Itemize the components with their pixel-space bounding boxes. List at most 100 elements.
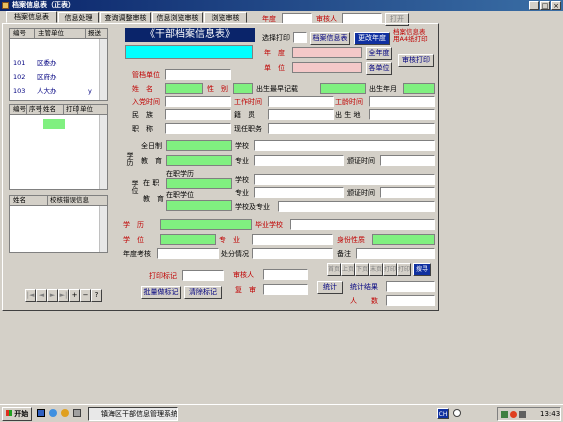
- seniority-input[interactable]: [369, 96, 435, 107]
- a4-print-note: 档案信息表 用A4纸打印: [393, 28, 428, 43]
- ie-icon[interactable]: [49, 409, 57, 417]
- onjob-edu-input[interactable]: [166, 178, 232, 189]
- selected-cell[interactable]: [43, 119, 65, 129]
- app-quick-icon[interactable]: [73, 409, 81, 417]
- ime-indicator[interactable]: CH: [437, 408, 449, 419]
- last-page-button[interactable]: 末页: [369, 263, 383, 276]
- col-code: 编号: [13, 105, 27, 114]
- media-icon[interactable]: [61, 409, 69, 417]
- close-button[interactable]: ×: [551, 1, 561, 10]
- nav-last-button[interactable]: ►|: [58, 289, 69, 302]
- name-input[interactable]: [165, 83, 203, 94]
- minimize-button[interactable]: _: [529, 1, 539, 10]
- volume-icon[interactable]: [519, 411, 526, 418]
- taskbar-app-button[interactable]: 镇海区干部信息管理系统: [88, 407, 178, 421]
- show-desktop-icon[interactable]: [37, 409, 45, 417]
- start-button[interactable]: 开始: [2, 407, 32, 421]
- clock[interactable]: 13:43: [540, 409, 560, 420]
- fulltime-edu-input[interactable]: [166, 140, 232, 151]
- unit-grid[interactable]: 编号 主管单位 报送 101 区委办 102 区府办 103 人大办 y: [9, 28, 108, 101]
- ethnicity-input[interactable]: [165, 109, 231, 120]
- archive-info-button[interactable]: 档案信息表: [310, 32, 350, 45]
- major-input[interactable]: [254, 155, 344, 166]
- xuewei-input[interactable]: [160, 234, 216, 245]
- nav-help-button[interactable]: ?: [91, 289, 102, 302]
- school-major-input[interactable]: [278, 201, 435, 212]
- onjob-degree-input[interactable]: [166, 200, 232, 211]
- annual-review-input[interactable]: [157, 248, 219, 259]
- nav-add-button[interactable]: +: [69, 289, 80, 302]
- vertical-scrollbar[interactable]: [99, 206, 107, 252]
- people-count-input[interactable]: [386, 295, 435, 306]
- earliest-birth-label: 出生最早记载: [256, 85, 298, 93]
- birthplace-input[interactable]: [369, 109, 435, 120]
- nav-first-button[interactable]: |◄: [25, 289, 36, 302]
- graduate-school-input[interactable]: [290, 219, 435, 230]
- punishment-input[interactable]: [252, 248, 333, 259]
- tab-info-browse[interactable]: 信息浏览审核: [152, 12, 203, 23]
- each-unit-button[interactable]: 各单位: [366, 62, 392, 75]
- tab-info-processing[interactable]: 信息处理: [58, 12, 99, 23]
- year-field[interactable]: [292, 47, 362, 58]
- school-input[interactable]: [254, 140, 435, 151]
- zhuanye-input[interactable]: [252, 234, 333, 245]
- stats-result-input[interactable]: [386, 281, 435, 292]
- audit-print-button[interactable]: 审核打印: [398, 54, 434, 67]
- onjob-school-input[interactable]: [254, 174, 435, 185]
- cert-time-input[interactable]: [380, 155, 435, 166]
- auditor-bottom-input[interactable]: [263, 269, 308, 280]
- clear-mark-button[interactable]: 清除标记: [184, 286, 222, 299]
- network-icon[interactable]: [501, 411, 508, 418]
- gender-input[interactable]: [233, 83, 253, 94]
- batch-mark-button[interactable]: 批量做标记: [141, 286, 181, 299]
- xueli-input[interactable]: [160, 219, 252, 230]
- recheck-input[interactable]: [263, 284, 308, 295]
- error-grid-header: 姓名 校核错误信息: [10, 196, 107, 206]
- work-time-input[interactable]: [268, 96, 334, 107]
- identity-input[interactable]: [372, 234, 435, 245]
- change-year-button[interactable]: 更改年度: [354, 32, 390, 45]
- error-grid[interactable]: 姓名 校核错误信息: [9, 195, 108, 253]
- vertical-scrollbar[interactable]: [99, 115, 107, 189]
- remarks-input[interactable]: [356, 248, 435, 259]
- first-page-button[interactable]: 首页: [327, 263, 341, 276]
- tab-archive-info[interactable]: 档案信息表: [6, 11, 57, 23]
- select-print-input[interactable]: [293, 32, 307, 43]
- unit-field[interactable]: [292, 62, 362, 73]
- vertical-scrollbar[interactable]: [99, 39, 107, 100]
- post-title-input[interactable]: [165, 123, 231, 134]
- current-post-input[interactable]: [268, 123, 435, 134]
- person-grid[interactable]: 编号 序号 姓名 打印 单位: [9, 104, 108, 190]
- nav-next-button[interactable]: ►: [47, 289, 58, 302]
- fulltime-degree-input[interactable]: [166, 155, 232, 166]
- nav-delete-button[interactable]: −: [80, 289, 91, 302]
- birth-ym-input[interactable]: [403, 83, 435, 94]
- print-mark-input[interactable]: [182, 270, 224, 281]
- onjob-education-label: 教 育: [143, 195, 164, 203]
- maximize-button[interactable]: □: [540, 1, 550, 10]
- tab-query-adjust[interactable]: 查询调整审核: [100, 12, 151, 23]
- earliest-birth-input[interactable]: [320, 83, 366, 94]
- graduate-school-label: 毕业学校: [255, 221, 283, 229]
- antivirus-icon[interactable]: [510, 411, 517, 418]
- nav-prev-button[interactable]: ◄: [36, 289, 47, 302]
- manage-unit-input[interactable]: [165, 69, 231, 80]
- all-year-button[interactable]: 全年度: [366, 47, 392, 60]
- onjob-label: 在 职: [143, 179, 160, 187]
- search-button[interactable]: 搜寻: [413, 263, 431, 276]
- print-mark-button[interactable]: 打印标记: [146, 270, 180, 283]
- join-party-input[interactable]: [165, 96, 231, 107]
- onjob-cert-label: 颁证时间: [347, 189, 375, 197]
- print-all-button[interactable]: 打印: [397, 263, 411, 276]
- native-label: 籍 贯: [234, 111, 255, 119]
- next-page-button[interactable]: 下页: [355, 263, 369, 276]
- onjob-major-input[interactable]: [254, 187, 344, 198]
- print-page-button[interactable]: 打印: [383, 263, 397, 276]
- col-name: 姓名: [13, 196, 48, 205]
- stats-button[interactable]: 统计: [317, 281, 343, 294]
- help-icon[interactable]: [453, 409, 461, 417]
- prev-page-button[interactable]: 上页: [341, 263, 355, 276]
- tab-browse-audit[interactable]: 浏览审核: [204, 12, 247, 23]
- native-input[interactable]: [268, 109, 334, 120]
- onjob-cert-input[interactable]: [380, 187, 435, 198]
